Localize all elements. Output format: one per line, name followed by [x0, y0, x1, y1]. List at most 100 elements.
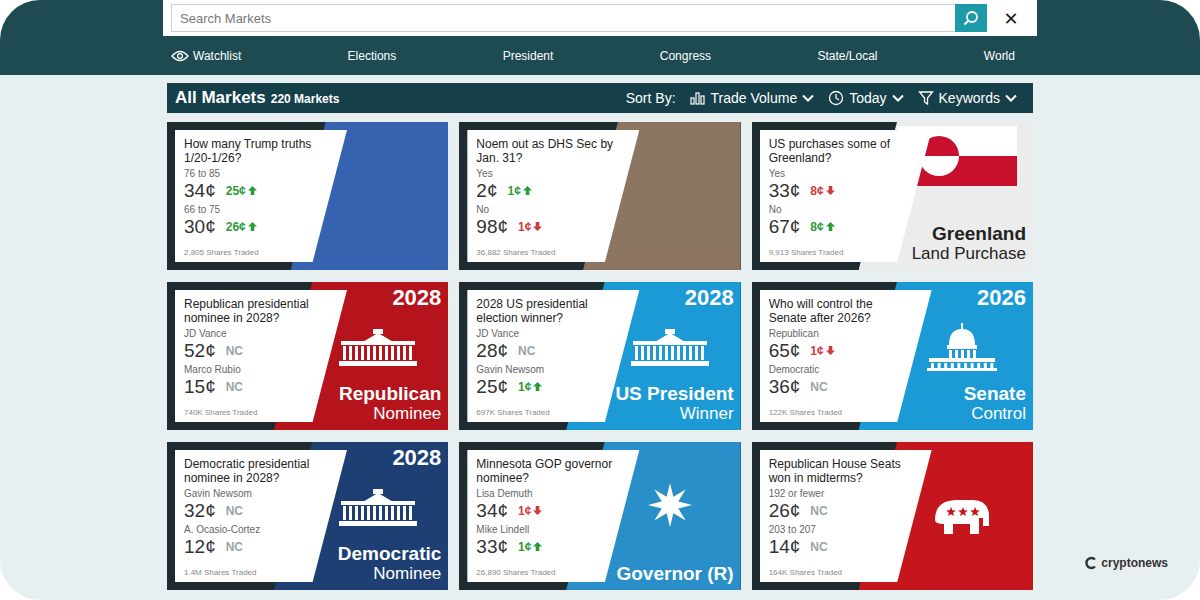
magnifier-icon: [963, 10, 979, 26]
search-button[interactable]: [955, 4, 987, 32]
option-change: 1¢: [507, 184, 531, 198]
option-price: 32¢: [184, 500, 216, 521]
nav-item[interactable]: Congress: [660, 49, 711, 63]
arrow-down-icon: [533, 222, 542, 231]
option-label: Lisa Demuth: [476, 488, 619, 500]
option-change: NC: [810, 380, 827, 394]
option-price: 15¢: [184, 376, 216, 397]
nav-item[interactable]: Elections: [348, 49, 397, 63]
option-label: 203 to 207: [769, 524, 912, 536]
sort-dropdown[interactable]: Today: [828, 90, 903, 106]
banner-year: 2026: [977, 286, 1026, 310]
market-option[interactable]: 192 or fewer26¢NC: [769, 488, 912, 521]
market-option[interactable]: No98¢1¢: [476, 204, 619, 237]
market-option[interactable]: Marco Rubio15¢NC: [184, 364, 327, 397]
list-header: All Markets220 MarketsSort By:Trade Volu…: [167, 83, 1033, 113]
banner-subtitle: Land Purchase: [912, 244, 1026, 264]
white-house-icon: [339, 327, 417, 367]
market-option[interactable]: Lisa Demuth34¢1¢: [476, 488, 619, 521]
nav-item[interactable]: President: [503, 49, 554, 63]
market-card[interactable]: Republican House Seats won in midterms? 1…: [752, 442, 1033, 590]
market-option[interactable]: Gavin Newsom32¢NC: [184, 488, 327, 521]
app-frame: ✕ Watchlist Elections President Congress Stat…: [0, 0, 1200, 600]
nav-item[interactable]: World: [984, 49, 1015, 63]
option-label: JD Vance: [184, 328, 327, 340]
option-change: NC: [226, 380, 243, 394]
market-option[interactable]: Yes2¢ 1¢: [476, 168, 619, 201]
market-option[interactable]: 66 to 7530¢26¢: [184, 204, 327, 237]
market-option[interactable]: JD Vance52¢NC: [184, 328, 327, 361]
market-question: Republican House Seats won in midterms?: [769, 457, 912, 485]
option-change: NC: [810, 504, 827, 518]
watermark: cryptonews: [1084, 556, 1168, 570]
market-card[interactable]: 2028DemocraticNomineeDemocratic presiden…: [167, 442, 448, 590]
market-option[interactable]: Gavin Newsom25¢1¢: [476, 364, 619, 397]
option-change: NC: [810, 540, 827, 554]
banner-year: 2028: [392, 446, 441, 470]
banner-title: Governor (R): [616, 564, 733, 584]
option-label: 192 or fewer: [769, 488, 912, 500]
sort-label: Sort By:: [626, 90, 676, 106]
option-change: 1¢: [810, 344, 834, 358]
market-card[interactable]: Governor (R)Minnesota GOP governor nomin…: [459, 442, 740, 590]
option-change: NC: [226, 540, 243, 554]
market-card[interactable]: 2028RepublicanNomineeRepublican presiden…: [167, 282, 448, 430]
shares-traded: 697K Shares Traded: [476, 408, 619, 418]
search-input[interactable]: [171, 4, 955, 32]
arrow-up-icon: [248, 186, 257, 195]
banner-title: US President: [615, 384, 733, 404]
sort-dropdown[interactable]: Keywords: [918, 90, 1017, 106]
market-card[interactable]: Noem out as DHS Sec by Jan. 31? Yes2¢ 1¢ N…: [459, 122, 740, 270]
banner-title: Senate: [964, 384, 1026, 404]
chevron-down-icon: [802, 94, 814, 102]
shares-traded: 36,882 Shares Traded: [476, 248, 619, 258]
option-change: 1¢: [518, 380, 542, 394]
option-label: Yes: [476, 168, 619, 180]
option-label: No: [476, 204, 619, 216]
arrow-up-icon: [248, 222, 257, 231]
market-question: 2028 US presidential election winner?: [476, 297, 619, 325]
shares-traded: 1.4M Shares Traded: [184, 568, 327, 578]
option-change: NC: [518, 344, 535, 358]
banner-title: Greenland: [932, 224, 1026, 244]
market-question: Noem out as DHS Sec by Jan. 31?: [476, 137, 619, 165]
nav-item[interactable]: State/Local: [817, 49, 877, 63]
banner-subtitle: Nominee: [373, 564, 441, 584]
option-label: 76 to 85: [184, 168, 327, 180]
option-label: 66 to 75: [184, 204, 327, 216]
market-option[interactable]: Republican65¢1¢: [769, 328, 912, 361]
option-label: Republican: [769, 328, 912, 340]
market-option[interactable]: Yes33¢8¢: [769, 168, 912, 201]
market-option[interactable]: 76 to 8534¢25¢: [184, 168, 327, 201]
option-price: 2¢: [476, 180, 497, 201]
market-question: How many Trump truths 1/20-1/26?: [184, 137, 327, 165]
market-card[interactable]: GreenlandLand PurchaseUS purchases some …: [752, 122, 1033, 270]
option-change: 8¢: [810, 184, 834, 198]
option-price: 28¢: [476, 340, 508, 361]
option-change: 8¢: [810, 220, 834, 234]
banner-year: 2028: [685, 286, 734, 310]
option-price: 34¢: [184, 180, 216, 201]
market-option[interactable]: Mike Lindell33¢1¢: [476, 524, 619, 557]
market-option[interactable]: A. Ocasio-Cortez12¢NC: [184, 524, 327, 557]
arrow-down-icon: [533, 506, 542, 515]
shares-traded: 9,913 Shares Traded: [769, 248, 912, 258]
chevron-down-icon: [892, 94, 904, 102]
market-option[interactable]: No67¢8¢: [769, 204, 912, 237]
market-card[interactable]: 2026SenateControlWho will control the Se…: [752, 282, 1033, 430]
market-option[interactable]: JD Vance28¢NC: [476, 328, 619, 361]
sort-dropdown[interactable]: Trade Volume: [690, 90, 815, 106]
close-button[interactable]: ✕: [993, 4, 1029, 32]
top-band: ✕ Watchlist Elections President Congress Stat…: [0, 0, 1200, 75]
banner-title: Republican: [339, 384, 441, 404]
cryptonews-logo-icon: [1084, 556, 1098, 570]
arrow-up-icon: [533, 382, 542, 391]
market-card[interactable]: 2028US PresidentWinner2028 US presidenti…: [459, 282, 740, 430]
market-option[interactable]: 203 to 20714¢ NC: [769, 524, 912, 557]
option-price: 14¢: [769, 536, 801, 557]
market-option[interactable]: Democratic36¢NC: [769, 364, 912, 397]
nav-item[interactable]: Watchlist: [171, 49, 241, 63]
market-card[interactable]: How many Trump truths 1/20-1/26? 76 to 85…: [167, 122, 448, 270]
option-price: 52¢: [184, 340, 216, 361]
white-house-icon: [631, 327, 709, 367]
